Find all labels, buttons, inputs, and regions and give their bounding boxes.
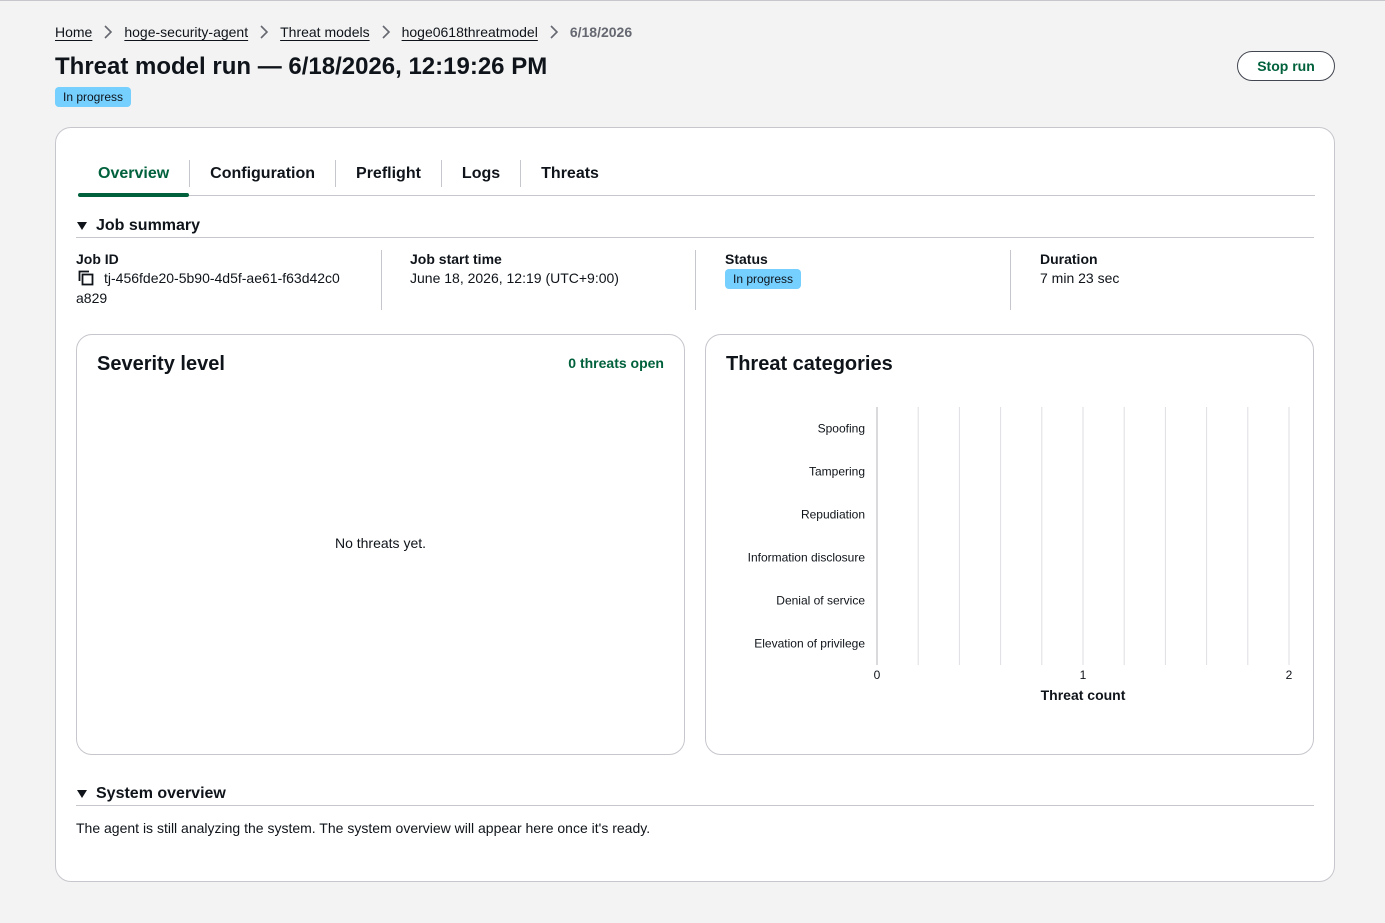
breadcrumb-threat-model[interactable]: hoge0618threatmodel (402, 24, 538, 40)
job-start-value: June 18, 2026, 12:19 (UTC+9:00) (410, 270, 619, 286)
system-overview-heading: System overview (96, 784, 226, 802)
category-label: Spoofing (818, 422, 865, 436)
chevron-right-icon (370, 22, 402, 42)
tab-logs[interactable]: Logs (442, 152, 520, 195)
severity-title: Severity level (97, 353, 225, 375)
stop-run-button[interactable]: Stop run (1237, 51, 1335, 81)
job-start-time-field: Job start time June 18, 2026, 12:19 (UTC… (410, 250, 619, 288)
category-label: Repudiation (801, 508, 865, 522)
threat-categories-chart: Spoofing Tampering Repudiation Information … (748, 407, 1293, 703)
job-id-label: Job ID (76, 251, 119, 267)
column-divider (1010, 250, 1011, 310)
x-tick-label: 2 (1286, 668, 1293, 682)
chevron-right-icon (248, 22, 280, 42)
copy-icon[interactable] (76, 268, 96, 288)
x-tick-label: 1 (1080, 668, 1087, 682)
chevron-right-icon (92, 22, 124, 42)
column-divider (695, 250, 696, 310)
tab-threats[interactable]: Threats (521, 152, 619, 195)
caret-down-icon (76, 221, 96, 231)
job-id-field: Job ID tj-456fde20-5b90-4d5f-ae61-f63d42… (76, 250, 350, 308)
x-tick-label: 0 (874, 668, 881, 682)
tab-configuration[interactable]: Configuration (190, 152, 335, 195)
category-label: Elevation of privilege (754, 637, 865, 651)
job-id-value-continued: a829 (76, 290, 108, 306)
tab-preflight[interactable]: Preflight (336, 152, 441, 195)
status-label: Status (725, 251, 768, 267)
breadcrumb-home[interactable]: Home (55, 24, 92, 40)
category-label: Tampering (809, 465, 865, 479)
empty-state-text: No threats yet. (334, 535, 427, 551)
breadcrumb: Home hoge-security-agent Threat models h… (55, 22, 632, 42)
system-overview-text: The agent is still analyzing the system.… (76, 820, 651, 836)
column-divider (381, 250, 382, 310)
duration-field: Duration 7 min 23 sec (1040, 250, 1119, 288)
status-badge: In progress (725, 269, 802, 289)
main-container: Overview Configuration Preflight Logs Th… (55, 127, 1335, 882)
page-title: Threat model run — 6/18/2026, 12:19:26 P… (55, 53, 548, 80)
breadcrumb-current: 6/18/2026 (569, 24, 633, 40)
breadcrumb-agent[interactable]: hoge-security-agent (124, 24, 248, 40)
system-overview-toggle[interactable]: System overview (76, 782, 1314, 806)
job-id-value: tj-456fde20-5b90-4d5f-ae61-f63d42c0 (104, 270, 340, 286)
job-start-label: Job start time (410, 251, 502, 267)
status-field: Status In progress (725, 250, 802, 289)
tab-overview[interactable]: Overview (78, 152, 190, 197)
category-label: Denial of service (776, 594, 865, 608)
duration-value: 7 min 23 sec (1040, 270, 1120, 286)
job-summary-heading: Job summary (96, 216, 201, 234)
severity-card: Severity level 0 threats open No threats… (76, 334, 685, 755)
x-axis-label: Threat count (1041, 687, 1126, 703)
status-badge: In progress (55, 87, 132, 107)
job-summary-toggle[interactable]: Job summary (76, 214, 1314, 238)
duration-label: Duration (1040, 251, 1098, 267)
breadcrumb-threat-models[interactable]: Threat models (280, 24, 369, 40)
threats-open-count: 0 threats open (568, 355, 664, 371)
category-label: Information disclosure (748, 551, 866, 565)
tab-list: Overview Configuration Preflight Logs Th… (78, 152, 1315, 197)
chevron-right-icon (538, 22, 570, 42)
threat-categories-card: Threat categories Spoofing Tampering Repud… (705, 334, 1314, 755)
caret-down-icon (76, 789, 96, 799)
